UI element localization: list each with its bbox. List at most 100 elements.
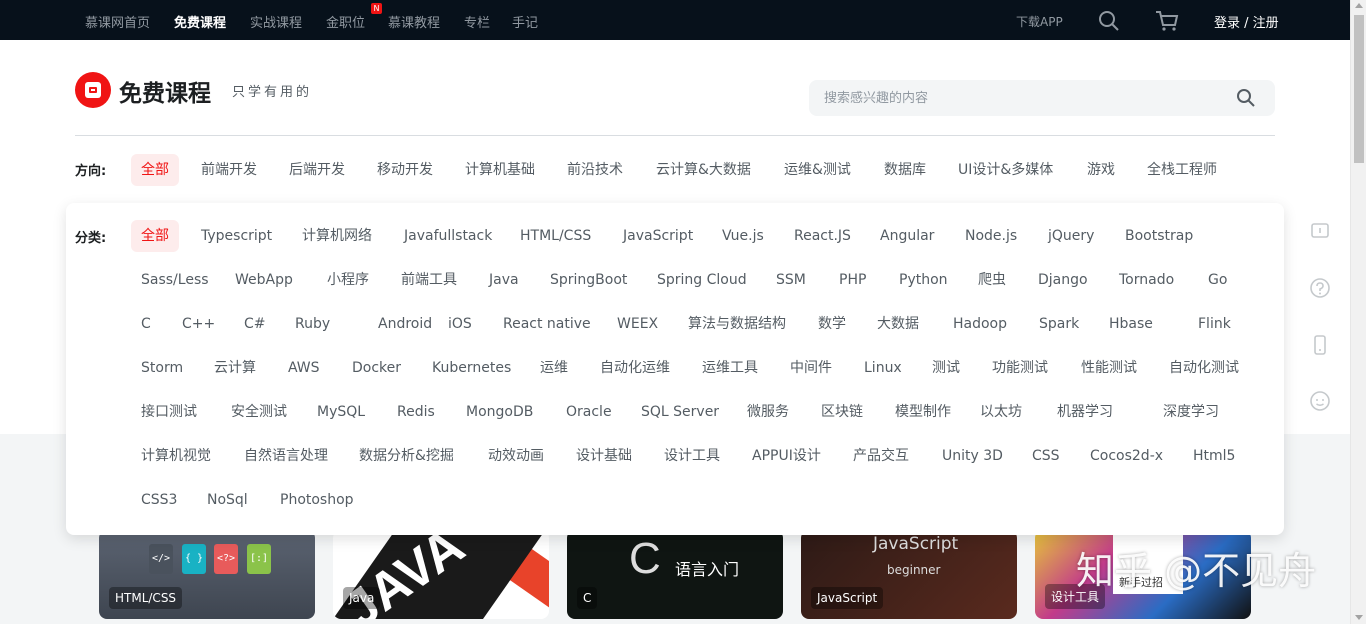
category-item[interactable]: 算法与数据结构 (678, 308, 796, 340)
category-item[interactable]: Docker (342, 352, 411, 384)
category-item[interactable]: MongoDB (456, 396, 543, 428)
category-item[interactable]: 云计算 (204, 352, 266, 384)
scroll-thumb[interactable] (1354, 15, 1364, 163)
category-item[interactable]: 微服务 (737, 396, 799, 428)
cart-icon[interactable] (1155, 10, 1179, 36)
category-item[interactable]: 运维工具 (692, 352, 768, 384)
category-item[interactable]: Django (1028, 264, 1098, 296)
direction-item[interactable]: 全栈工程师 (1137, 154, 1227, 186)
category-item[interactable]: Python (889, 264, 958, 296)
download-app-link[interactable]: 下载APP (1016, 13, 1063, 30)
category-item[interactable]: Vue.js (712, 220, 774, 252)
scroll-up-arrow-icon[interactable] (1355, 3, 1363, 8)
category-item[interactable]: 全部 (131, 220, 179, 252)
direction-item[interactable]: 数据库 (874, 154, 936, 186)
category-item[interactable]: Java (479, 264, 529, 296)
category-item[interactable]: SSM (766, 264, 816, 296)
category-item[interactable]: 测试 (922, 352, 970, 384)
category-item[interactable]: 中间件 (780, 352, 842, 384)
category-item[interactable]: Kubernetes (422, 352, 521, 384)
category-item[interactable]: 区块链 (811, 396, 873, 428)
category-item[interactable]: Oracle (556, 396, 622, 428)
category-item[interactable]: Ruby (285, 308, 340, 340)
category-item[interactable]: Sass/Less (131, 264, 219, 296)
category-item[interactable]: NoSql (197, 484, 258, 516)
search-icon[interactable] (1236, 88, 1256, 112)
direction-item[interactable]: 全部 (131, 154, 179, 186)
category-item[interactable]: 前端工具 (391, 264, 467, 296)
category-item[interactable]: 机器学习 (1047, 396, 1123, 428)
category-item[interactable]: Linux (854, 352, 912, 384)
category-item[interactable]: SQL Server (631, 396, 729, 428)
category-item[interactable]: React native (493, 308, 601, 340)
category-item[interactable]: Hbase (1099, 308, 1163, 340)
scroll-down-arrow-icon[interactable] (1355, 615, 1363, 620)
search-input[interactable] (809, 80, 1229, 116)
nav-practical-courses[interactable]: 实战课程 (250, 12, 302, 31)
category-item[interactable]: C (131, 308, 161, 340)
category-item[interactable]: 深度学习 (1153, 396, 1229, 428)
category-item[interactable]: PHP (829, 264, 876, 296)
category-item[interactable]: 安全测试 (221, 396, 297, 428)
category-item[interactable]: Cocos2d-x (1080, 440, 1173, 472)
customer-service-icon[interactable] (1309, 390, 1331, 412)
category-item[interactable]: Spark (1029, 308, 1089, 340)
mobile-icon[interactable] (1309, 334, 1331, 356)
category-item[interactable]: React.JS (784, 220, 861, 252)
nav-home[interactable]: 慕课网首页 (85, 12, 150, 31)
category-item[interactable]: Html5 (1183, 440, 1245, 472)
category-item[interactable]: WEEX (607, 308, 668, 340)
category-item[interactable]: 数学 (808, 308, 856, 340)
category-item[interactable]: HTML/CSS (510, 220, 601, 252)
nav-notes[interactable]: 手记 (512, 12, 538, 31)
category-item[interactable]: 小程序 (317, 264, 379, 296)
course-card[interactable]: JAVA Java (333, 530, 549, 619)
direction-item[interactable]: 游戏 (1077, 154, 1125, 186)
category-item[interactable]: 自动化测试 (1159, 352, 1249, 384)
category-item[interactable]: WebApp (225, 264, 303, 296)
category-item[interactable]: 动效动画 (478, 440, 554, 472)
category-item[interactable]: 自动化运维 (590, 352, 680, 384)
category-item[interactable]: 计算机视觉 (131, 440, 221, 472)
nav-tutorials[interactable]: 慕课教程 (388, 12, 440, 31)
category-item[interactable]: Redis (387, 396, 445, 428)
category-item[interactable]: CSS3 (131, 484, 187, 516)
category-item[interactable]: jQuery (1038, 220, 1104, 252)
category-item[interactable]: Android (368, 308, 442, 340)
category-item[interactable]: Unity 3D (932, 440, 1013, 472)
category-item[interactable]: Go (1198, 264, 1237, 296)
search-icon[interactable] (1098, 10, 1120, 36)
category-item[interactable]: APPUI设计 (742, 440, 831, 472)
category-item[interactable]: SpringBoot (540, 264, 637, 296)
category-item[interactable]: C# (234, 308, 276, 340)
category-item[interactable]: C++ (172, 308, 225, 340)
direction-item[interactable]: 移动开发 (367, 154, 443, 186)
nav-columns[interactable]: 专栏 (464, 12, 490, 31)
direction-item[interactable]: 计算机基础 (455, 154, 545, 186)
category-item[interactable]: 计算机网络 (292, 220, 382, 252)
direction-item[interactable]: 前沿技术 (557, 154, 633, 186)
login-register-link[interactable]: 登录 / 注册 (1214, 12, 1279, 31)
nav-free-courses[interactable]: 免费课程 (174, 12, 226, 31)
feedback-icon[interactable] (1309, 220, 1331, 242)
category-item[interactable]: Flink (1188, 308, 1241, 340)
category-item[interactable]: 设计基础 (566, 440, 642, 472)
category-item[interactable]: 自然语言处理 (234, 440, 338, 472)
category-item[interactable]: Photoshop (270, 484, 364, 516)
category-item[interactable]: Tornado (1109, 264, 1184, 296)
category-item[interactable]: 产品交互 (843, 440, 919, 472)
category-item[interactable]: Hadoop (943, 308, 1017, 340)
category-item[interactable]: 以太坊 (970, 396, 1032, 428)
category-item[interactable]: 功能测试 (982, 352, 1058, 384)
category-item[interactable]: iOS (438, 308, 482, 340)
category-item[interactable]: 运维 (530, 352, 578, 384)
course-card[interactable]: </> { } <?> [:] HTML/CSS (99, 530, 315, 619)
category-item[interactable]: AWS (278, 352, 330, 384)
category-item[interactable]: 接口测试 (131, 396, 207, 428)
page-scrollbar[interactable] (1350, 0, 1366, 624)
category-item[interactable]: JavaScript (613, 220, 703, 252)
category-item[interactable]: Bootstrap (1115, 220, 1203, 252)
category-item[interactable]: 设计工具 (654, 440, 730, 472)
direction-item[interactable]: 运维&测试 (774, 154, 861, 186)
category-item[interactable]: Storm (131, 352, 193, 384)
